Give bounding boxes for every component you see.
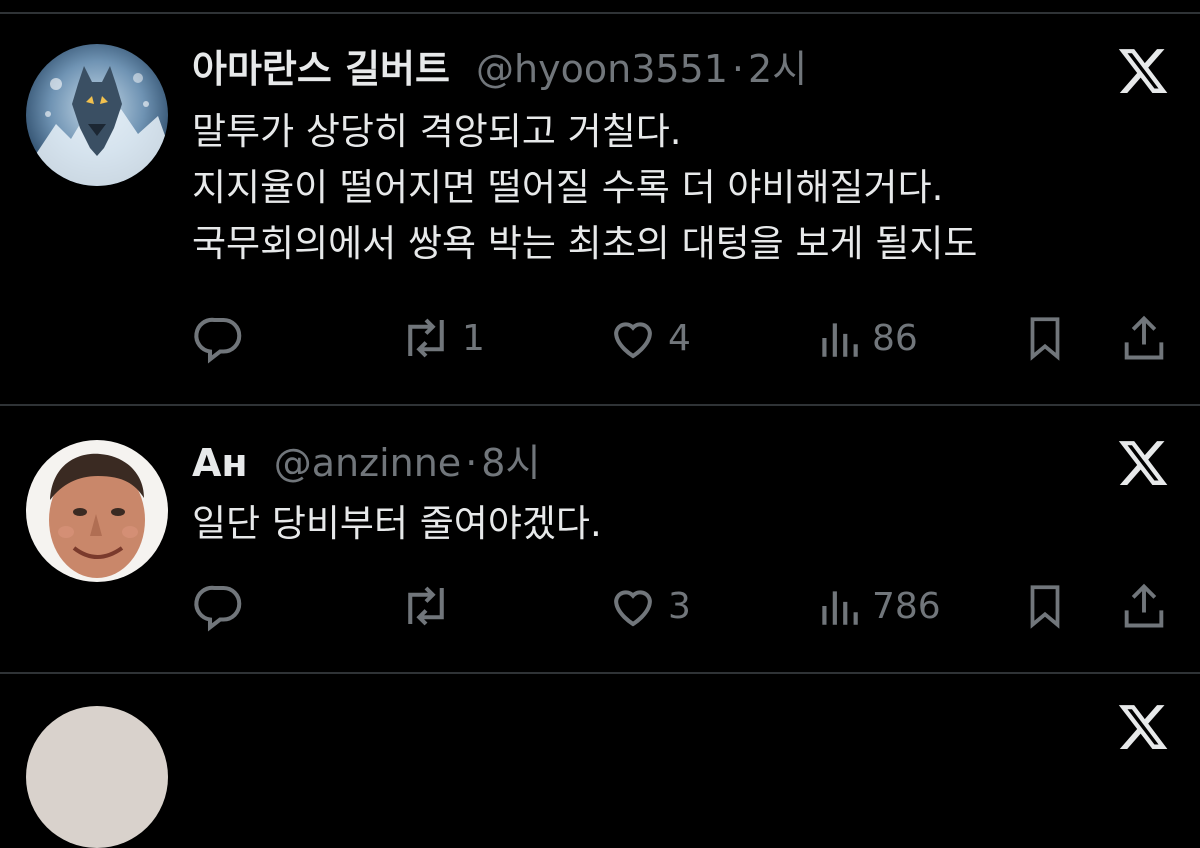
heart-icon bbox=[614, 590, 652, 627]
avatar[interactable] bbox=[26, 44, 168, 186]
man-face-avatar-image bbox=[26, 440, 168, 582]
views-button[interactable]: 86 bbox=[814, 310, 918, 366]
retweet-button[interactable]: 1 bbox=[398, 310, 485, 366]
display-name[interactable]: Ан bbox=[192, 441, 248, 485]
like-count: 3 bbox=[668, 585, 691, 627]
tweet-actions: 3 786 bbox=[192, 578, 1172, 634]
separator-dot: · bbox=[465, 441, 478, 485]
views-count: 786 bbox=[872, 585, 941, 627]
user-handle[interactable]: @hyoon3551 bbox=[476, 47, 728, 91]
retweet-button[interactable] bbox=[398, 578, 462, 634]
x-logo-icon bbox=[1118, 49, 1168, 93]
timestamp[interactable]: 8시 bbox=[481, 441, 540, 485]
tweet-text-line: 일단 당비부터 줄여야겠다. bbox=[192, 502, 602, 545]
user-handle[interactable]: @anzinne bbox=[274, 441, 461, 485]
heart-icon bbox=[614, 322, 652, 359]
bookmark-button[interactable] bbox=[1020, 578, 1070, 634]
views-button[interactable]: 786 bbox=[814, 578, 941, 634]
wolf-avatar-image bbox=[26, 44, 168, 186]
tweet-actions: 1 4 86 bbox=[192, 310, 1172, 366]
divider-top bbox=[0, 12, 1200, 14]
tweet-text-line: 말투가 상당히 격앙되고 거칠다. bbox=[192, 110, 682, 153]
divider bbox=[0, 672, 1200, 674]
retweet-count: 1 bbox=[462, 317, 485, 359]
x-logo-icon bbox=[1118, 705, 1168, 749]
bookmark-icon bbox=[1030, 317, 1060, 361]
reply-button[interactable] bbox=[192, 310, 246, 366]
display-name[interactable]: 아마란스 길버트 bbox=[192, 47, 450, 91]
share-icon bbox=[1124, 315, 1164, 360]
divider bbox=[0, 404, 1200, 406]
tweet-text: 일단 당비부터 줄여야겠다. bbox=[192, 496, 602, 552]
avatar[interactable] bbox=[26, 440, 168, 582]
tweet-text-line: 지지율이 떨어지면 떨어질 수록 더 야비해질거다. bbox=[192, 166, 944, 209]
share-icon bbox=[1124, 583, 1164, 628]
retweet-icon bbox=[408, 318, 444, 358]
tweet-text-line: 국무회의에서 쌍욕 박는 최초의 대텅을 보게 될지도 bbox=[192, 222, 978, 265]
x-logo-icon bbox=[1118, 441, 1168, 485]
separator-dot: · bbox=[731, 47, 745, 91]
share-button[interactable] bbox=[1118, 578, 1170, 634]
reply-button[interactable] bbox=[192, 578, 246, 634]
views-count: 86 bbox=[872, 317, 918, 359]
avatar[interactable] bbox=[26, 706, 168, 848]
timestamp[interactable]: 2시 bbox=[748, 47, 807, 91]
share-button[interactable] bbox=[1118, 310, 1170, 366]
reply-icon bbox=[194, 585, 242, 632]
retweet-icon bbox=[408, 586, 444, 626]
bookmark-icon bbox=[1030, 585, 1060, 629]
tweet-text: 말투가 상당히 격앙되고 거칠다. 지지율이 떨어지면 떨어질 수록 더 야비해… bbox=[192, 104, 977, 272]
like-button[interactable]: 4 bbox=[606, 310, 691, 366]
views-icon bbox=[822, 323, 858, 357]
tweet-header: 아마란스 길버트 @hyoon3551 · 2시 bbox=[192, 46, 807, 92]
reply-icon bbox=[194, 317, 242, 364]
bookmark-button[interactable] bbox=[1020, 310, 1070, 366]
like-button[interactable]: 3 bbox=[606, 578, 691, 634]
views-icon bbox=[822, 591, 858, 625]
tweet-header: Ан @anzinne · 8시 bbox=[192, 440, 540, 486]
like-count: 4 bbox=[668, 317, 691, 359]
